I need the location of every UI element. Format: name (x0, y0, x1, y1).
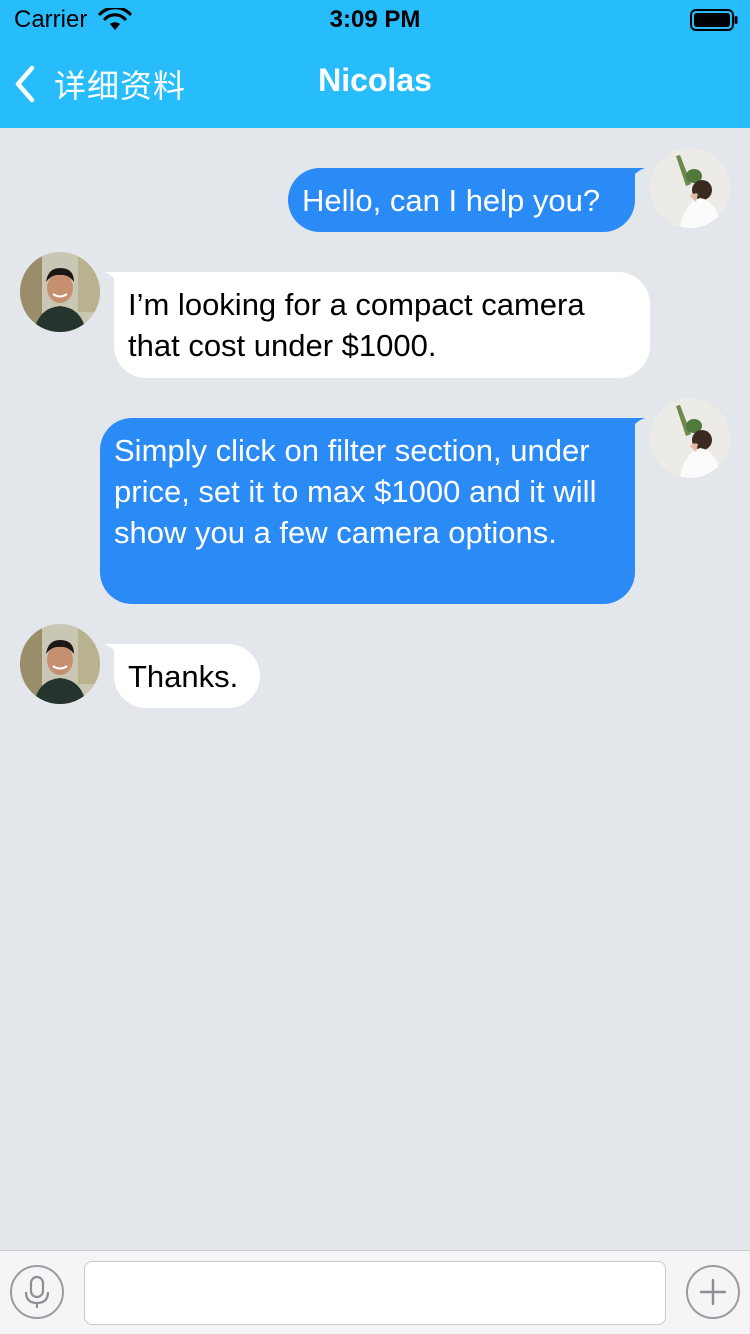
message-input[interactable] (84, 1261, 666, 1325)
woman-avatar[interactable] (650, 148, 730, 228)
message-text: I’m looking for a compact camera that co… (128, 287, 585, 363)
message-bubble[interactable]: Thanks. (104, 644, 260, 708)
navigation-bar: 详细资料 Nicolas (0, 40, 750, 128)
message-text: Simply click on filter section, under pr… (114, 433, 597, 550)
message-bubble[interactable]: Hello, can I help you? (288, 168, 645, 232)
header: Carrier 3:09 PM 详细资料 Nicolas (0, 0, 750, 128)
bubble-tail (627, 168, 645, 186)
message-text: Thanks. (128, 659, 239, 694)
status-time: 3:09 PM (329, 6, 421, 33)
bubble-tail (104, 272, 122, 290)
input-bar (0, 1250, 750, 1334)
man-avatar[interactable] (20, 252, 100, 332)
message-text: Hello, can I help you? (302, 183, 601, 218)
man-avatar[interactable] (20, 624, 100, 704)
message-bubble[interactable]: Simply click on filter section, under pr… (100, 418, 645, 604)
add-attachment-button[interactable] (686, 1265, 740, 1319)
microphone-icon (24, 1275, 50, 1308)
plus-icon (699, 1278, 727, 1306)
chat-screen: Carrier 3:09 PM 详细资料 Nicolas Hello, can … (0, 0, 750, 1334)
voice-button[interactable] (10, 1265, 64, 1319)
page-title: Nicolas (318, 62, 432, 98)
battery-icon (690, 9, 738, 31)
status-bar: Carrier 3:09 PM (0, 0, 750, 40)
bubble-tail (104, 644, 122, 662)
bubble-tail (627, 418, 645, 436)
message-list[interactable]: Hello, can I help you? I’m looking for a… (0, 128, 750, 1250)
woman-avatar[interactable] (650, 398, 730, 478)
message-bubble[interactable]: I’m looking for a compact camera that co… (104, 272, 650, 378)
